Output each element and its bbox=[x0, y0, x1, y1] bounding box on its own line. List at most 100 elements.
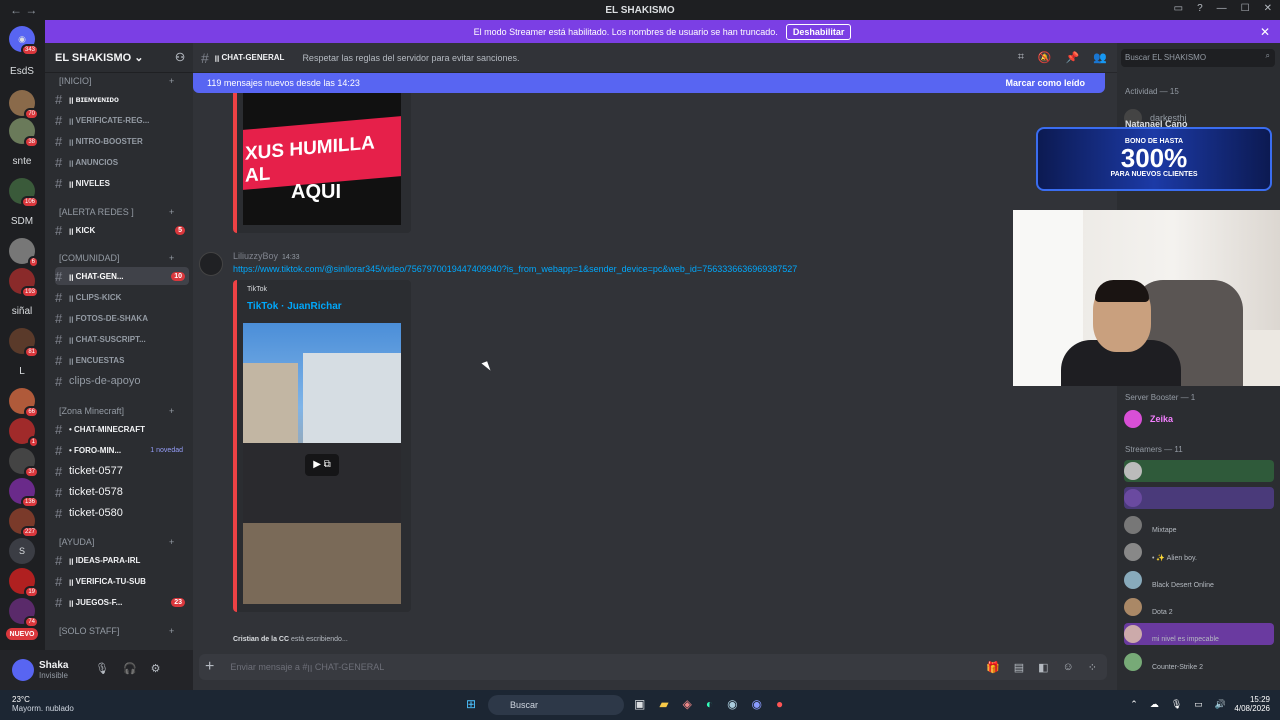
server-icon[interactable]: snte bbox=[9, 148, 35, 174]
add-member-icon[interactable]: ⚇ bbox=[175, 51, 185, 64]
channel-item[interactable]: # ticket-0577 bbox=[55, 462, 189, 480]
channel-item-selected[interactable]: # ꞁꞁ CHAT-GEN... 10 bbox=[55, 267, 189, 285]
server-icon[interactable]: 37 bbox=[9, 448, 39, 478]
headphones-icon[interactable]: 🎧 bbox=[123, 662, 137, 675]
server-icon[interactable]: 227 bbox=[9, 508, 39, 538]
video-thumbnail[interactable]: XUS HUMILLA AL AQUI bbox=[243, 93, 401, 225]
channel-item[interactable]: # ticket-0580 bbox=[55, 504, 189, 522]
channel-item[interactable]: # ꞁꞁ NITRO-BOOSTER bbox=[55, 132, 189, 150]
edge-icon[interactable]: ◐ bbox=[706, 697, 713, 711]
server-icon[interactable]: 1 bbox=[9, 418, 39, 448]
server-icon[interactable]: L bbox=[9, 358, 35, 384]
server-icon[interactable]: EsdS bbox=[9, 58, 35, 84]
member-item[interactable] bbox=[1124, 487, 1274, 509]
close-icon[interactable]: ✕ bbox=[1260, 25, 1270, 39]
category-ayuda[interactable]: [AYUDA] + bbox=[59, 537, 174, 547]
channel-item[interactable]: # ꞁꞁ CHAT-SUSCRIPT... bbox=[55, 330, 189, 348]
category-zona-minecraft[interactable]: [Zona Minecraft] + bbox=[59, 406, 174, 416]
server-icon[interactable]: 70 bbox=[9, 90, 39, 120]
message-input[interactable]: Enviar mensaje a #ꞁꞁ CHAT-GENERAL bbox=[230, 662, 384, 673]
channel-item[interactable]: # ꞁꞁ FOTOS-DE-SHAKA bbox=[55, 309, 189, 327]
plus-icon[interactable]: + bbox=[169, 406, 174, 416]
gif-icon[interactable]: ▤ bbox=[1014, 661, 1024, 674]
channel-item[interactable]: # ꞁꞁ JUEGOS-F... 23 bbox=[55, 593, 189, 611]
sticker-icon[interactable]: ◧ bbox=[1038, 661, 1048, 674]
threads-icon[interactable]: ⌗ bbox=[1018, 51, 1024, 64]
embed-title[interactable]: TikTok · JuanRichar bbox=[247, 301, 342, 312]
server-icon[interactable]: 66 bbox=[9, 388, 39, 418]
server-icon[interactable]: 19 bbox=[9, 568, 39, 598]
plus-icon[interactable]: + bbox=[169, 626, 174, 636]
search-input[interactable]: Buscar EL SHAKISMO ⌕ bbox=[1121, 49, 1275, 67]
channel-item[interactable]: # ꞁꞁ ʙɪᴇɴᴠᴇɴɪᴅᴏ bbox=[55, 90, 189, 108]
channel-item[interactable]: # ꞁꞁ ANUNCIOS bbox=[55, 153, 189, 171]
server-icon[interactable]: 74 bbox=[9, 598, 39, 628]
member-item[interactable]: mi nivel es impecable bbox=[1124, 623, 1274, 645]
task-view-icon[interactable]: ▣ bbox=[634, 697, 645, 711]
new-messages-bar[interactable]: 119 mensajes nuevos desde las 14:23 Marc… bbox=[193, 73, 1105, 93]
weather-widget[interactable]: 23°C Mayorm. nublado bbox=[12, 695, 74, 713]
server-icon[interactable]: 136 bbox=[9, 478, 39, 508]
maximize-icon[interactable]: ☐ bbox=[1241, 3, 1250, 14]
emoji-icon[interactable]: ☺ bbox=[1063, 661, 1074, 674]
clock[interactable]: 15:29 4/08/2026 bbox=[1234, 695, 1270, 713]
chevron-up-icon[interactable]: ⌃ bbox=[1130, 699, 1138, 710]
channel-item[interactable]: # ꞁꞁ VERIFICA-TU-SUB bbox=[55, 572, 189, 590]
new-badge[interactable]: NUEVO bbox=[6, 628, 38, 640]
network-icon[interactable]: ▭ bbox=[1194, 699, 1203, 710]
member-item[interactable]: Counter-Strike 2 bbox=[1124, 651, 1274, 673]
gift-icon[interactable]: 🎁 bbox=[986, 661, 1000, 674]
disable-streamer-button[interactable]: Deshabilitar bbox=[785, 23, 852, 40]
avatar[interactable] bbox=[12, 659, 34, 681]
mic-icon[interactable]: 🎙 bbox=[95, 662, 109, 675]
bell-mute-icon[interactable]: 🔕 bbox=[1038, 51, 1052, 64]
member-item[interactable]: Mixtape bbox=[1124, 514, 1274, 536]
pin-icon[interactable]: 📌 bbox=[1066, 51, 1080, 64]
member-item[interactable]: Black Desert Online bbox=[1124, 569, 1274, 591]
cloud-icon[interactable]: ☁ bbox=[1150, 699, 1159, 710]
member-item[interactable] bbox=[1124, 460, 1274, 482]
message-link[interactable]: https://www.tiktok.com/@sinllorar345/vid… bbox=[233, 264, 797, 274]
gear-icon[interactable]: ⚙ bbox=[151, 662, 161, 675]
server-icon[interactable]: 81 bbox=[9, 328, 39, 358]
message-author[interactable]: LiliuzzyBoy bbox=[233, 251, 278, 261]
category-inicio[interactable]: [INICIO] + bbox=[59, 76, 174, 86]
channel-item[interactable]: # • FORO-MIN... 1 novedad bbox=[55, 441, 189, 459]
windows-start-icon[interactable]: ⊞ bbox=[466, 697, 476, 711]
channel-item[interactable]: # ꞁꞁ ENCUESTAS bbox=[55, 351, 189, 369]
server-icon[interactable]: siñal bbox=[9, 298, 35, 324]
channel-item[interactable]: # ꞁꞁ KICK 5 bbox=[55, 221, 189, 239]
members-icon[interactable]: 👥 bbox=[1093, 51, 1107, 64]
member-item[interactable]: Zeika bbox=[1124, 408, 1274, 430]
channel-item[interactable]: # • CHAT-MINECRAFT bbox=[55, 420, 189, 438]
server-icon[interactable]: 106 bbox=[9, 178, 39, 208]
guild-header[interactable]: EL SHAKISMO ⌄ ⚇ bbox=[45, 43, 193, 73]
category-solo-staff[interactable]: [SOLO STAFF] + bbox=[59, 626, 174, 636]
server-icon[interactable]: SDM bbox=[9, 208, 35, 234]
activity-header[interactable]: Actividad — 15 bbox=[1125, 87, 1179, 96]
mark-read-button[interactable]: Marcar como leído bbox=[1005, 78, 1085, 88]
server-icon[interactable]: S bbox=[9, 538, 35, 564]
help-icon[interactable]: ? bbox=[1197, 3, 1203, 14]
apps-icon[interactable]: ⁘ bbox=[1088, 661, 1097, 674]
server-icon[interactable]: 193 bbox=[9, 268, 39, 298]
channel-item[interactable]: # ꞁꞁ IDEAS-PARA-IRL bbox=[55, 551, 189, 569]
category-alerta-redes[interactable]: [ALERTA REDES ] + bbox=[59, 207, 174, 217]
server-icon[interactable]: 6 bbox=[9, 238, 39, 268]
plus-icon[interactable]: + bbox=[169, 253, 174, 263]
play-icon[interactable]: ▶ ⧉ bbox=[305, 454, 339, 476]
avatar[interactable] bbox=[199, 252, 223, 276]
inbox-icon[interactable]: ▭ bbox=[1174, 3, 1183, 14]
app-icon[interactable]: ◈ bbox=[683, 697, 692, 711]
channel-item[interactable]: # ticket-0578 bbox=[55, 483, 189, 501]
plus-icon[interactable]: + bbox=[169, 207, 174, 217]
volume-icon[interactable]: 🔊 bbox=[1215, 699, 1226, 710]
channel-item[interactable]: # clips-de-apoyo bbox=[55, 372, 189, 390]
channel-item[interactable]: # ꞁꞁ CLIPS-KICK bbox=[55, 288, 189, 306]
member-item[interactable]: Dota 2 bbox=[1124, 596, 1274, 618]
close-window-icon[interactable]: ✕ bbox=[1264, 3, 1272, 14]
server-icon[interactable]: 38 bbox=[9, 118, 39, 148]
file-explorer-icon[interactable]: ▰ bbox=[659, 697, 668, 711]
discord-icon[interactable]: ◉ bbox=[752, 697, 762, 711]
home-server[interactable]: ◉ 343 bbox=[9, 26, 39, 56]
